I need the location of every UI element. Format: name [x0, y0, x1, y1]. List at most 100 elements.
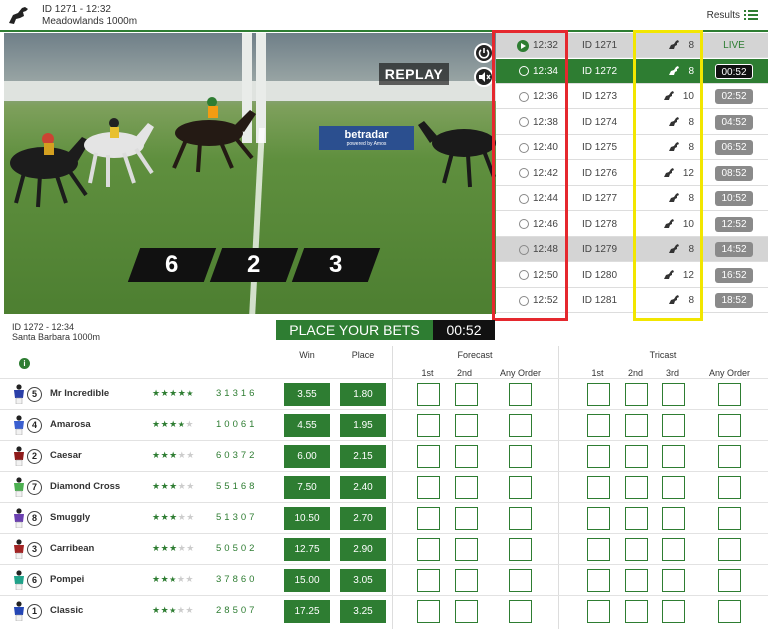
forecast-2nd-checkbox[interactable]: [455, 445, 478, 468]
tricast-2nd-checkbox[interactable]: [625, 445, 648, 468]
schedule-row[interactable]: 12:34 ID 1272 8 00:52: [496, 58, 768, 84]
place-odds-button[interactable]: 2.40: [340, 476, 386, 499]
status-badge: 00:52: [715, 63, 753, 79]
schedule-row[interactable]: 12:44 ID 1277 8 10:52: [496, 186, 768, 211]
win-odds-button[interactable]: 7.50: [284, 476, 330, 499]
tricast-1st-checkbox[interactable]: [587, 600, 610, 623]
place-odds-button[interactable]: 1.80: [340, 383, 386, 406]
tricast-header: Tricast: [649, 350, 677, 360]
schedule-row[interactable]: 12:36 ID 1273 10 02:52: [496, 84, 768, 109]
results-button[interactable]: Results: [707, 9, 758, 21]
power-button[interactable]: [474, 43, 494, 63]
tricast-any-order-checkbox[interactable]: [718, 538, 741, 561]
runner-name: Classic: [50, 605, 84, 616]
place-odds-button[interactable]: 1.95: [340, 414, 386, 437]
tricast-1st-checkbox[interactable]: [587, 507, 610, 530]
win-odds-button[interactable]: 10.50: [284, 507, 330, 530]
forecast-1st-checkbox[interactable]: [417, 445, 440, 468]
schedule-row[interactable]: 12:46 ID 1278 10 12:52: [496, 212, 768, 237]
forecast-any-order-checkbox[interactable]: [509, 538, 532, 561]
tricast-any-order-checkbox[interactable]: [718, 445, 741, 468]
win-odds-button[interactable]: 17.25: [284, 600, 330, 623]
tricast-3rd-checkbox[interactable]: [662, 383, 685, 406]
forecast-any-order-checkbox[interactable]: [509, 383, 532, 406]
forecast-2nd-checkbox[interactable]: [455, 507, 478, 530]
win-odds-button[interactable]: 15.00: [284, 569, 330, 592]
play-icon: [516, 39, 529, 52]
forecast-1st-checkbox[interactable]: [417, 383, 440, 406]
forecast-any-order-checkbox[interactable]: [509, 569, 532, 592]
schedule-row[interactable]: 12:38 ID 1274 8 04:52: [496, 110, 768, 135]
schedule-row[interactable]: 12:32 ID 1271 8 LIVE: [496, 33, 768, 58]
win-odds-button[interactable]: 12.75: [284, 538, 330, 561]
schedule-row[interactable]: 12:52 ID 1281 8 18:52: [496, 288, 768, 313]
star-rating: ★★★★★: [152, 481, 195, 491]
win-odds-button[interactable]: 6.00: [284, 445, 330, 468]
trailing-horse-image: [418, 121, 496, 188]
tricast-1st-checkbox[interactable]: [587, 445, 610, 468]
tricast-3rd-checkbox[interactable]: [662, 538, 685, 561]
forecast-any-order-checkbox[interactable]: [509, 414, 532, 437]
win-odds-button[interactable]: 4.55: [284, 414, 330, 437]
place-odds-button[interactable]: 2.15: [340, 445, 386, 468]
tricast-2nd-checkbox[interactable]: [625, 507, 648, 530]
forecast-1st-checkbox[interactable]: [417, 414, 440, 437]
forecast-any-order-checkbox[interactable]: [509, 600, 532, 623]
tricast-3rd-checkbox[interactable]: [662, 476, 685, 499]
tricast-3rd-checkbox[interactable]: [662, 600, 685, 623]
tricast-2nd-checkbox[interactable]: [625, 476, 648, 499]
forecast-2nd-checkbox[interactable]: [455, 414, 478, 437]
status-badge: 16:52: [715, 267, 753, 283]
race-video[interactable]: betradar powered by Amos REPLAY 6 2 3: [4, 33, 496, 314]
place-odds-button[interactable]: 3.05: [340, 569, 386, 592]
tricast-2nd-checkbox[interactable]: [625, 414, 648, 437]
tricast-any-order-checkbox[interactable]: [718, 507, 741, 530]
tricast-1st-checkbox[interactable]: [587, 538, 610, 561]
forecast-2nd-checkbox[interactable]: [455, 538, 478, 561]
tricast-any-order-checkbox[interactable]: [718, 569, 741, 592]
place-odds-button[interactable]: 2.90: [340, 538, 386, 561]
forecast-any-order-checkbox[interactable]: [509, 476, 532, 499]
tricast-any-order-checkbox[interactable]: [718, 414, 741, 437]
tricast-any-order-checkbox[interactable]: [718, 600, 741, 623]
tricast-2nd-checkbox[interactable]: [625, 600, 648, 623]
forecast-2nd-checkbox[interactable]: [455, 569, 478, 592]
tricast-1st-checkbox[interactable]: [587, 476, 610, 499]
schedule-row[interactable]: 12:40 ID 1275 8 06:52: [496, 135, 768, 160]
tricast-3rd-checkbox[interactable]: [662, 414, 685, 437]
race-time: 12:48: [496, 237, 566, 262]
tricast-2nd-checkbox[interactable]: [625, 538, 648, 561]
forecast-any-order-checkbox[interactable]: [509, 507, 532, 530]
mute-button[interactable]: [474, 67, 494, 87]
forecast-1st-checkbox[interactable]: [417, 476, 440, 499]
forecast-1st-checkbox[interactable]: [417, 507, 440, 530]
place-odds-button[interactable]: 3.25: [340, 600, 386, 623]
race-id-cell: ID 1276: [582, 167, 618, 179]
forecast-2nd-checkbox[interactable]: [455, 476, 478, 499]
tricast-any-order-checkbox[interactable]: [718, 383, 741, 406]
tricast-2nd-checkbox[interactable]: [625, 569, 648, 592]
info-icon[interactable]: i: [19, 358, 30, 369]
tricast-3rd-checkbox[interactable]: [662, 569, 685, 592]
tricast-2nd-checkbox[interactable]: [625, 383, 648, 406]
tricast-1st-checkbox[interactable]: [587, 569, 610, 592]
tricast-3rd-checkbox[interactable]: [662, 507, 685, 530]
forecast-any-order-checkbox[interactable]: [509, 445, 532, 468]
schedule-row[interactable]: 12:42 ID 1276 12 08:52: [496, 161, 768, 186]
place-odds-button[interactable]: 2.70: [340, 507, 386, 530]
schedule-row[interactable]: 12:48 ID 1279 8 14:52: [496, 237, 768, 262]
tricast-1st-checkbox[interactable]: [587, 414, 610, 437]
forecast-2nd-checkbox[interactable]: [455, 600, 478, 623]
tricast-1st-checkbox[interactable]: [587, 383, 610, 406]
win-odds-button[interactable]: 3.55: [284, 383, 330, 406]
tricast-3rd-checkbox[interactable]: [662, 445, 685, 468]
tricast-any-order-checkbox[interactable]: [718, 476, 741, 499]
race-status: 02:52: [704, 84, 764, 109]
forecast-2nd-checkbox[interactable]: [455, 383, 478, 406]
forecast-1st-checkbox[interactable]: [417, 600, 440, 623]
schedule-row[interactable]: 12:50 ID 1280 12 16:52: [496, 263, 768, 288]
forecast-1st-checkbox[interactable]: [417, 569, 440, 592]
clock-icon: [518, 91, 529, 102]
race-status: 14:52: [704, 237, 764, 262]
forecast-1st-checkbox[interactable]: [417, 538, 440, 561]
